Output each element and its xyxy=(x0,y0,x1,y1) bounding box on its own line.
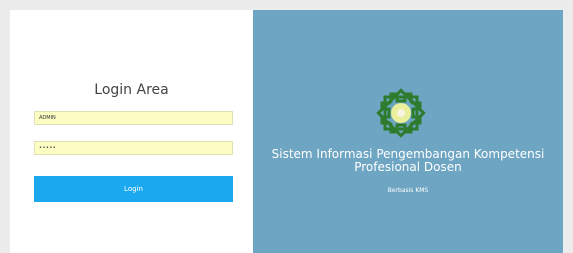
app-title: Sistem Informasi Pengembangan Kompetensi… xyxy=(271,147,545,174)
password-input[interactable] xyxy=(34,141,233,155)
branding-panel: Sistem Informasi Pengembangan Kompetensi… xyxy=(253,10,563,253)
app-subtitle: Berbasis KMS xyxy=(387,187,429,194)
login-area-title: Login Area xyxy=(94,82,169,98)
login-panel: Login Area Login xyxy=(10,10,253,253)
login-button[interactable]: Login xyxy=(34,176,233,202)
login-screen: Login Area Login Sistem Informasi Pengem… xyxy=(10,10,563,253)
university-emblem-icon xyxy=(376,88,426,138)
username-input[interactable] xyxy=(34,111,233,125)
